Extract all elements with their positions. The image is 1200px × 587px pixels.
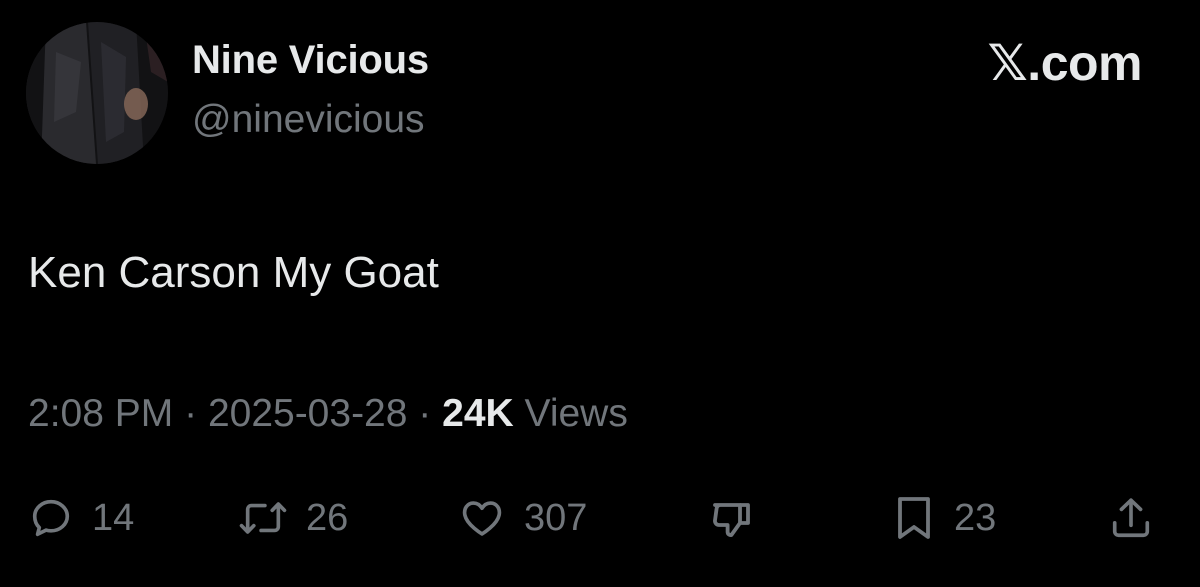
repost-button[interactable]: 26 [238, 486, 348, 550]
share-icon [1112, 498, 1150, 538]
action-bar: 14 26 307 23 [0, 486, 1200, 550]
tweet-text: Ken Carson My Goat [28, 248, 439, 297]
tweet-date[interactable]: 2025-03-28 [208, 392, 408, 435]
dislike-icon [713, 503, 750, 537]
share-button[interactable] [1108, 486, 1154, 550]
views-label: Views [524, 392, 628, 435]
dislike-button[interactable] [708, 486, 756, 550]
meta-separator: · [418, 392, 432, 435]
bookmark-count: 23 [954, 496, 997, 539]
tweet-time[interactable]: 2:08 PM [28, 392, 173, 435]
user-handle[interactable]: @ninevicious [192, 98, 425, 142]
repost-count: 26 [306, 496, 349, 539]
reply-count: 14 [92, 496, 135, 539]
meta-separator: · [184, 392, 198, 435]
like-count: 307 [524, 496, 588, 539]
avatar-image [26, 22, 168, 164]
bookmark-button[interactable]: 23 [892, 486, 996, 550]
reply-button[interactable]: 14 [28, 486, 134, 550]
bookmark-icon [898, 497, 930, 539]
reply-icon [32, 499, 70, 537]
tweet-meta: 2:08 PM · 2025-03-28 · 24K Views [28, 392, 628, 436]
like-button[interactable]: 307 [458, 486, 587, 550]
repost-icon [239, 502, 287, 534]
avatar[interactable] [26, 22, 168, 164]
heart-icon [462, 501, 502, 536]
views-count: 24K [442, 392, 514, 435]
brand-watermark: 𝕏.com [987, 35, 1143, 91]
display-name[interactable]: Nine Vicious [192, 38, 429, 83]
